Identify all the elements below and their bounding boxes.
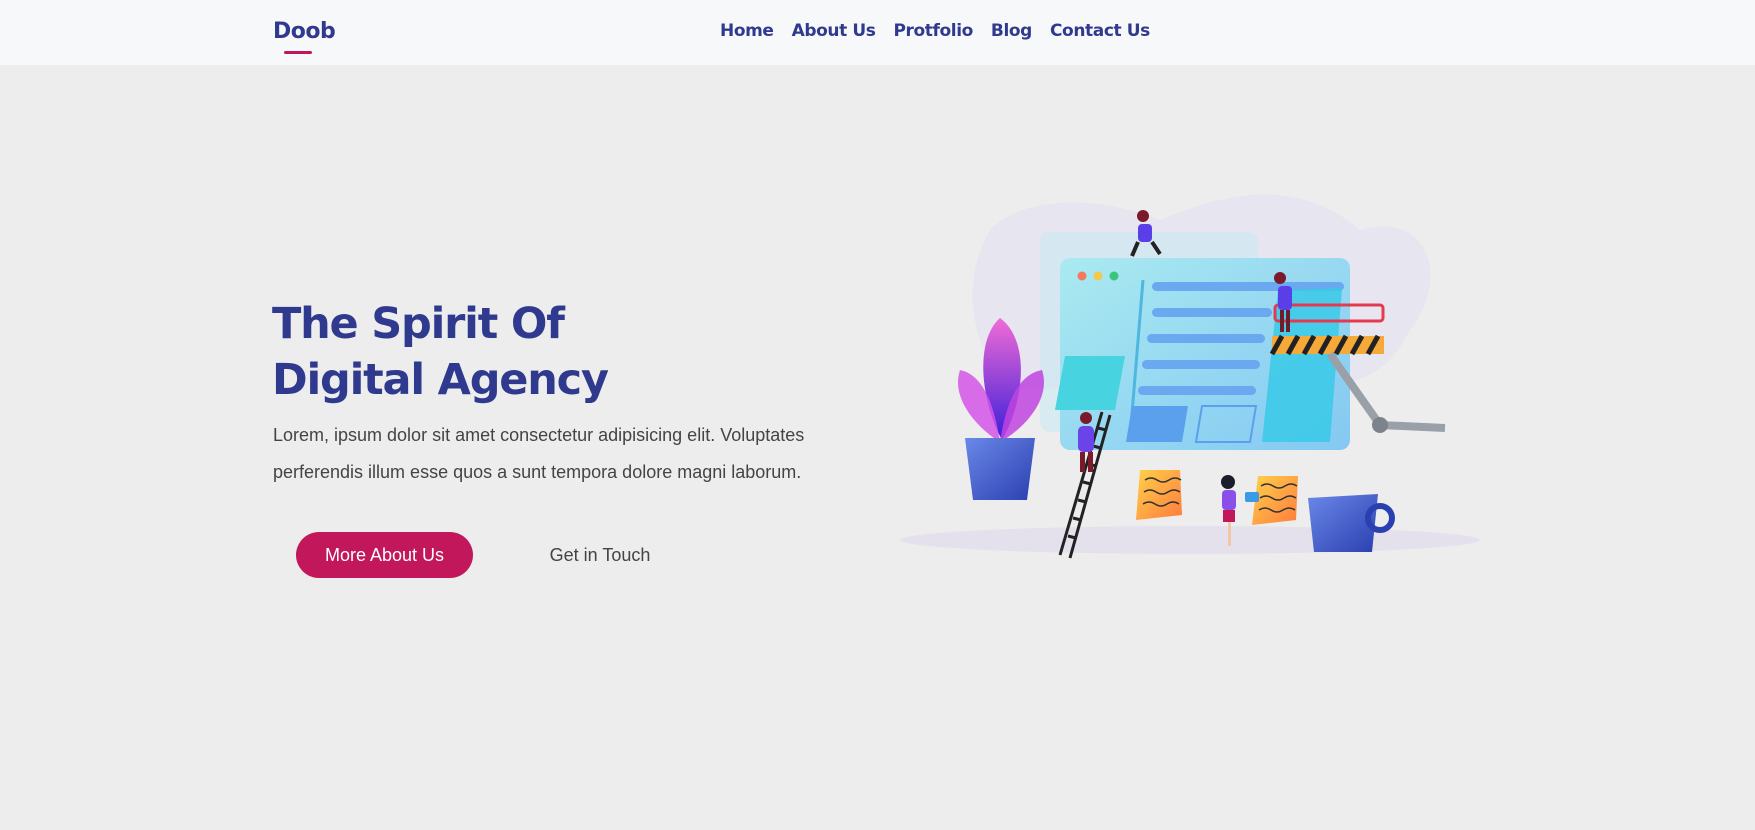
logo-underline — [284, 51, 312, 54]
nav-item-home: Home — [720, 21, 774, 41]
nav-link-home[interactable]: Home — [720, 21, 774, 41]
more-about-us-button[interactable]: More About Us — [296, 532, 473, 578]
hero-description: Lorem, ipsum dolor sit amet consectetur … — [273, 417, 813, 491]
hero-description-line-1: Lorem, ipsum dolor sit amet consectetur … — [273, 425, 805, 445]
hero-title-line-2: Digital Agency — [272, 355, 609, 405]
get-in-touch-button[interactable]: Get in Touch — [540, 532, 660, 578]
nav-link-portfolio[interactable]: Protfolio — [893, 21, 973, 41]
hero-title: The Spirit Of Digital Agency — [272, 296, 832, 408]
top-navbar: Doob Home About Us Protfolio Blog Contac… — [0, 0, 1755, 65]
web-design-team-illustration — [900, 194, 1480, 559]
nav-item-about: About Us — [792, 21, 876, 41]
main-nav: Home About Us Protfolio Blog Contact Us — [720, 21, 1150, 41]
nav-item-portfolio: Protfolio — [893, 21, 973, 41]
nav-item-contact: Contact Us — [1050, 21, 1150, 41]
site-logo[interactable]: Doob — [273, 19, 336, 44]
hero-title-line-1: The Spirit Of — [272, 299, 565, 349]
nav-item-blog: Blog — [991, 21, 1032, 41]
nav-link-contact[interactable]: Contact Us — [1050, 21, 1150, 41]
hero-description-line-2: perferendis illum esse quos a sunt tempo… — [273, 462, 802, 482]
nav-link-blog[interactable]: Blog — [991, 21, 1032, 41]
nav-link-about[interactable]: About Us — [792, 21, 876, 41]
